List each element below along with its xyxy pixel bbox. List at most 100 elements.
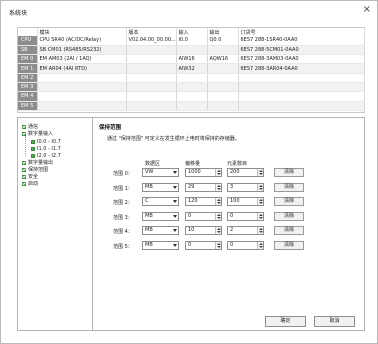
module-slot[interactable]: EM 1 (18, 63, 38, 74)
spin-arrows-icon[interactable] (257, 242, 263, 249)
tree-item[interactable]: 通信 (22, 123, 38, 130)
module-output[interactable]: AQW16 (207, 54, 239, 65)
module-version[interactable] (126, 45, 177, 56)
cancel-button[interactable]: 取消 (314, 316, 355, 327)
tree-item[interactable]: 保持范围 (22, 166, 48, 173)
module-order-number[interactable] (238, 82, 365, 93)
module-slot[interactable]: CPU (18, 36, 38, 46)
module-name[interactable]: EM AR04 (4AI RTD) (37, 63, 127, 74)
spin-arrows-icon[interactable] (257, 227, 263, 235)
data-area-select[interactable]: MB (142, 182, 179, 192)
module-order-number[interactable] (238, 101, 365, 111)
tree-item[interactable]: I0.0 - I0.7 (31, 138, 61, 145)
count-stepper[interactable]: 100 (227, 197, 264, 207)
module-output[interactable] (207, 101, 239, 111)
module-name[interactable] (37, 91, 127, 102)
spin-arrows-icon[interactable] (215, 198, 221, 206)
tree-item[interactable]: 安全 (22, 173, 38, 180)
module-slot[interactable]: EM 3 (18, 82, 38, 93)
offset-stepper[interactable]: 29 (185, 182, 222, 192)
module-output[interactable] (207, 82, 239, 93)
count-stepper[interactable]: 200 (227, 168, 264, 177)
count-stepper[interactable]: 0 (227, 241, 264, 250)
module-row[interactable]: EM 5 (18, 101, 365, 111)
spin-arrows-icon[interactable] (215, 212, 221, 220)
offset-stepper[interactable]: 0 (185, 241, 222, 250)
tree-item[interactable]: I1.0 - I1.7 (31, 145, 61, 152)
clear-button[interactable]: 清除 (274, 226, 304, 236)
module-input[interactable] (176, 82, 208, 93)
offset-stepper[interactable]: 10 (185, 226, 222, 236)
module-row[interactable]: EM 1 EM AR04 (4AI RTD) AIW32 6ES7 288-3AR04… (18, 63, 365, 74)
module-slot[interactable]: EM 5 (18, 101, 38, 111)
offset-stepper[interactable]: 120 (185, 197, 222, 207)
spin-arrows-icon[interactable] (215, 227, 221, 235)
module-version[interactable] (126, 73, 177, 84)
module-slot[interactable]: SB (18, 45, 38, 56)
module-row[interactable]: EM 4 (18, 91, 365, 102)
tree-item[interactable]: 数字量输入 (22, 130, 53, 137)
module-input[interactable] (176, 45, 208, 56)
module-input[interactable]: AIW32 (176, 63, 208, 74)
module-version[interactable] (126, 101, 177, 111)
ok-button[interactable]: 确定 (265, 316, 306, 327)
clear-button[interactable]: 清除 (274, 182, 304, 192)
module-version[interactable]: V02.04.00_00.00... (126, 36, 177, 46)
spin-arrows-icon[interactable] (257, 198, 263, 206)
spin-arrows-icon[interactable] (215, 183, 221, 191)
module-version[interactable] (126, 54, 177, 65)
module-row[interactable]: EM 2 (18, 73, 365, 84)
module-input[interactable] (176, 91, 208, 102)
module-order-number[interactable]: 6ES7 288-3AM03-0AA0 (238, 54, 365, 65)
module-version[interactable] (126, 63, 177, 74)
clear-button[interactable]: 清除 (274, 168, 304, 177)
tree-item[interactable]: 数字量输出 (22, 159, 53, 166)
module-output[interactable] (207, 63, 239, 74)
module-order-number[interactable]: 6ES7 288-3AR04-0AA0 (238, 63, 365, 74)
module-output[interactable] (207, 91, 239, 102)
module-input[interactable] (176, 73, 208, 84)
spin-arrows-icon[interactable] (215, 242, 221, 249)
data-area-select[interactable]: VW (142, 168, 179, 177)
module-input[interactable] (176, 101, 208, 111)
spin-arrows-icon[interactable] (257, 212, 263, 220)
module-row[interactable]: CPU CPU SR40 (AC/DC/Relay) V02.04.00_00.00… (18, 36, 365, 46)
module-version[interactable] (126, 91, 177, 102)
module-output[interactable] (207, 45, 239, 56)
module-name[interactable]: CPU SR40 (AC/DC/Relay) (37, 36, 127, 46)
spin-arrows-icon[interactable] (257, 183, 263, 191)
clear-button[interactable]: 清除 (274, 241, 304, 250)
module-order-number[interactable]: 6ES7 288-1SR40-0AA0 (238, 36, 365, 46)
module-slot[interactable]: EM 2 (18, 73, 38, 84)
module-slot[interactable]: EM 4 (18, 91, 38, 102)
module-name[interactable] (37, 82, 127, 93)
clear-button[interactable]: 清除 (274, 211, 304, 221)
module-slot[interactable]: EM 0 (18, 54, 38, 65)
spin-arrows-icon[interactable] (215, 169, 221, 176)
tree-item[interactable]: 启动 (22, 180, 38, 187)
module-row[interactable]: SB SB CM01 (RS485/RS232) 6ES7 288-5CM01-0A… (18, 45, 365, 56)
offset-stepper[interactable]: 1000 (185, 168, 222, 177)
offset-stepper[interactable]: 0 (185, 211, 222, 221)
module-row[interactable]: EM 0 EM AM03 (2AI / 1AQ) AIW16 AQW16 6ES7 28… (18, 54, 365, 65)
module-input[interactable]: AIW16 (176, 54, 208, 65)
spin-arrows-icon[interactable] (257, 169, 263, 176)
module-name[interactable] (37, 73, 127, 84)
tree-item[interactable]: I2.0 - I2.7 (31, 152, 61, 159)
module-order-number[interactable] (238, 73, 365, 84)
data-area-select[interactable]: MB (142, 211, 179, 221)
module-version[interactable] (126, 82, 177, 93)
clear-button[interactable]: 清除 (274, 197, 304, 207)
count-stepper[interactable]: 0 (227, 211, 264, 221)
module-name[interactable]: EM AM03 (2AI / 1AQ) (37, 54, 127, 65)
module-order-number[interactable]: 6ES7 288-5CM01-0AA0 (238, 45, 365, 56)
module-input[interactable]: I0.0 (176, 36, 208, 46)
module-name[interactable]: SB CM01 (RS485/RS232) (37, 45, 127, 56)
data-area-select[interactable]: MB (142, 241, 179, 250)
data-area-select[interactable]: MB (142, 226, 179, 236)
count-stepper[interactable]: 2 (227, 226, 264, 236)
module-name[interactable] (37, 101, 127, 111)
module-output[interactable]: Q0.0 (207, 36, 239, 46)
close-icon[interactable]: × (363, 5, 371, 15)
module-row[interactable]: EM 3 (18, 82, 365, 93)
